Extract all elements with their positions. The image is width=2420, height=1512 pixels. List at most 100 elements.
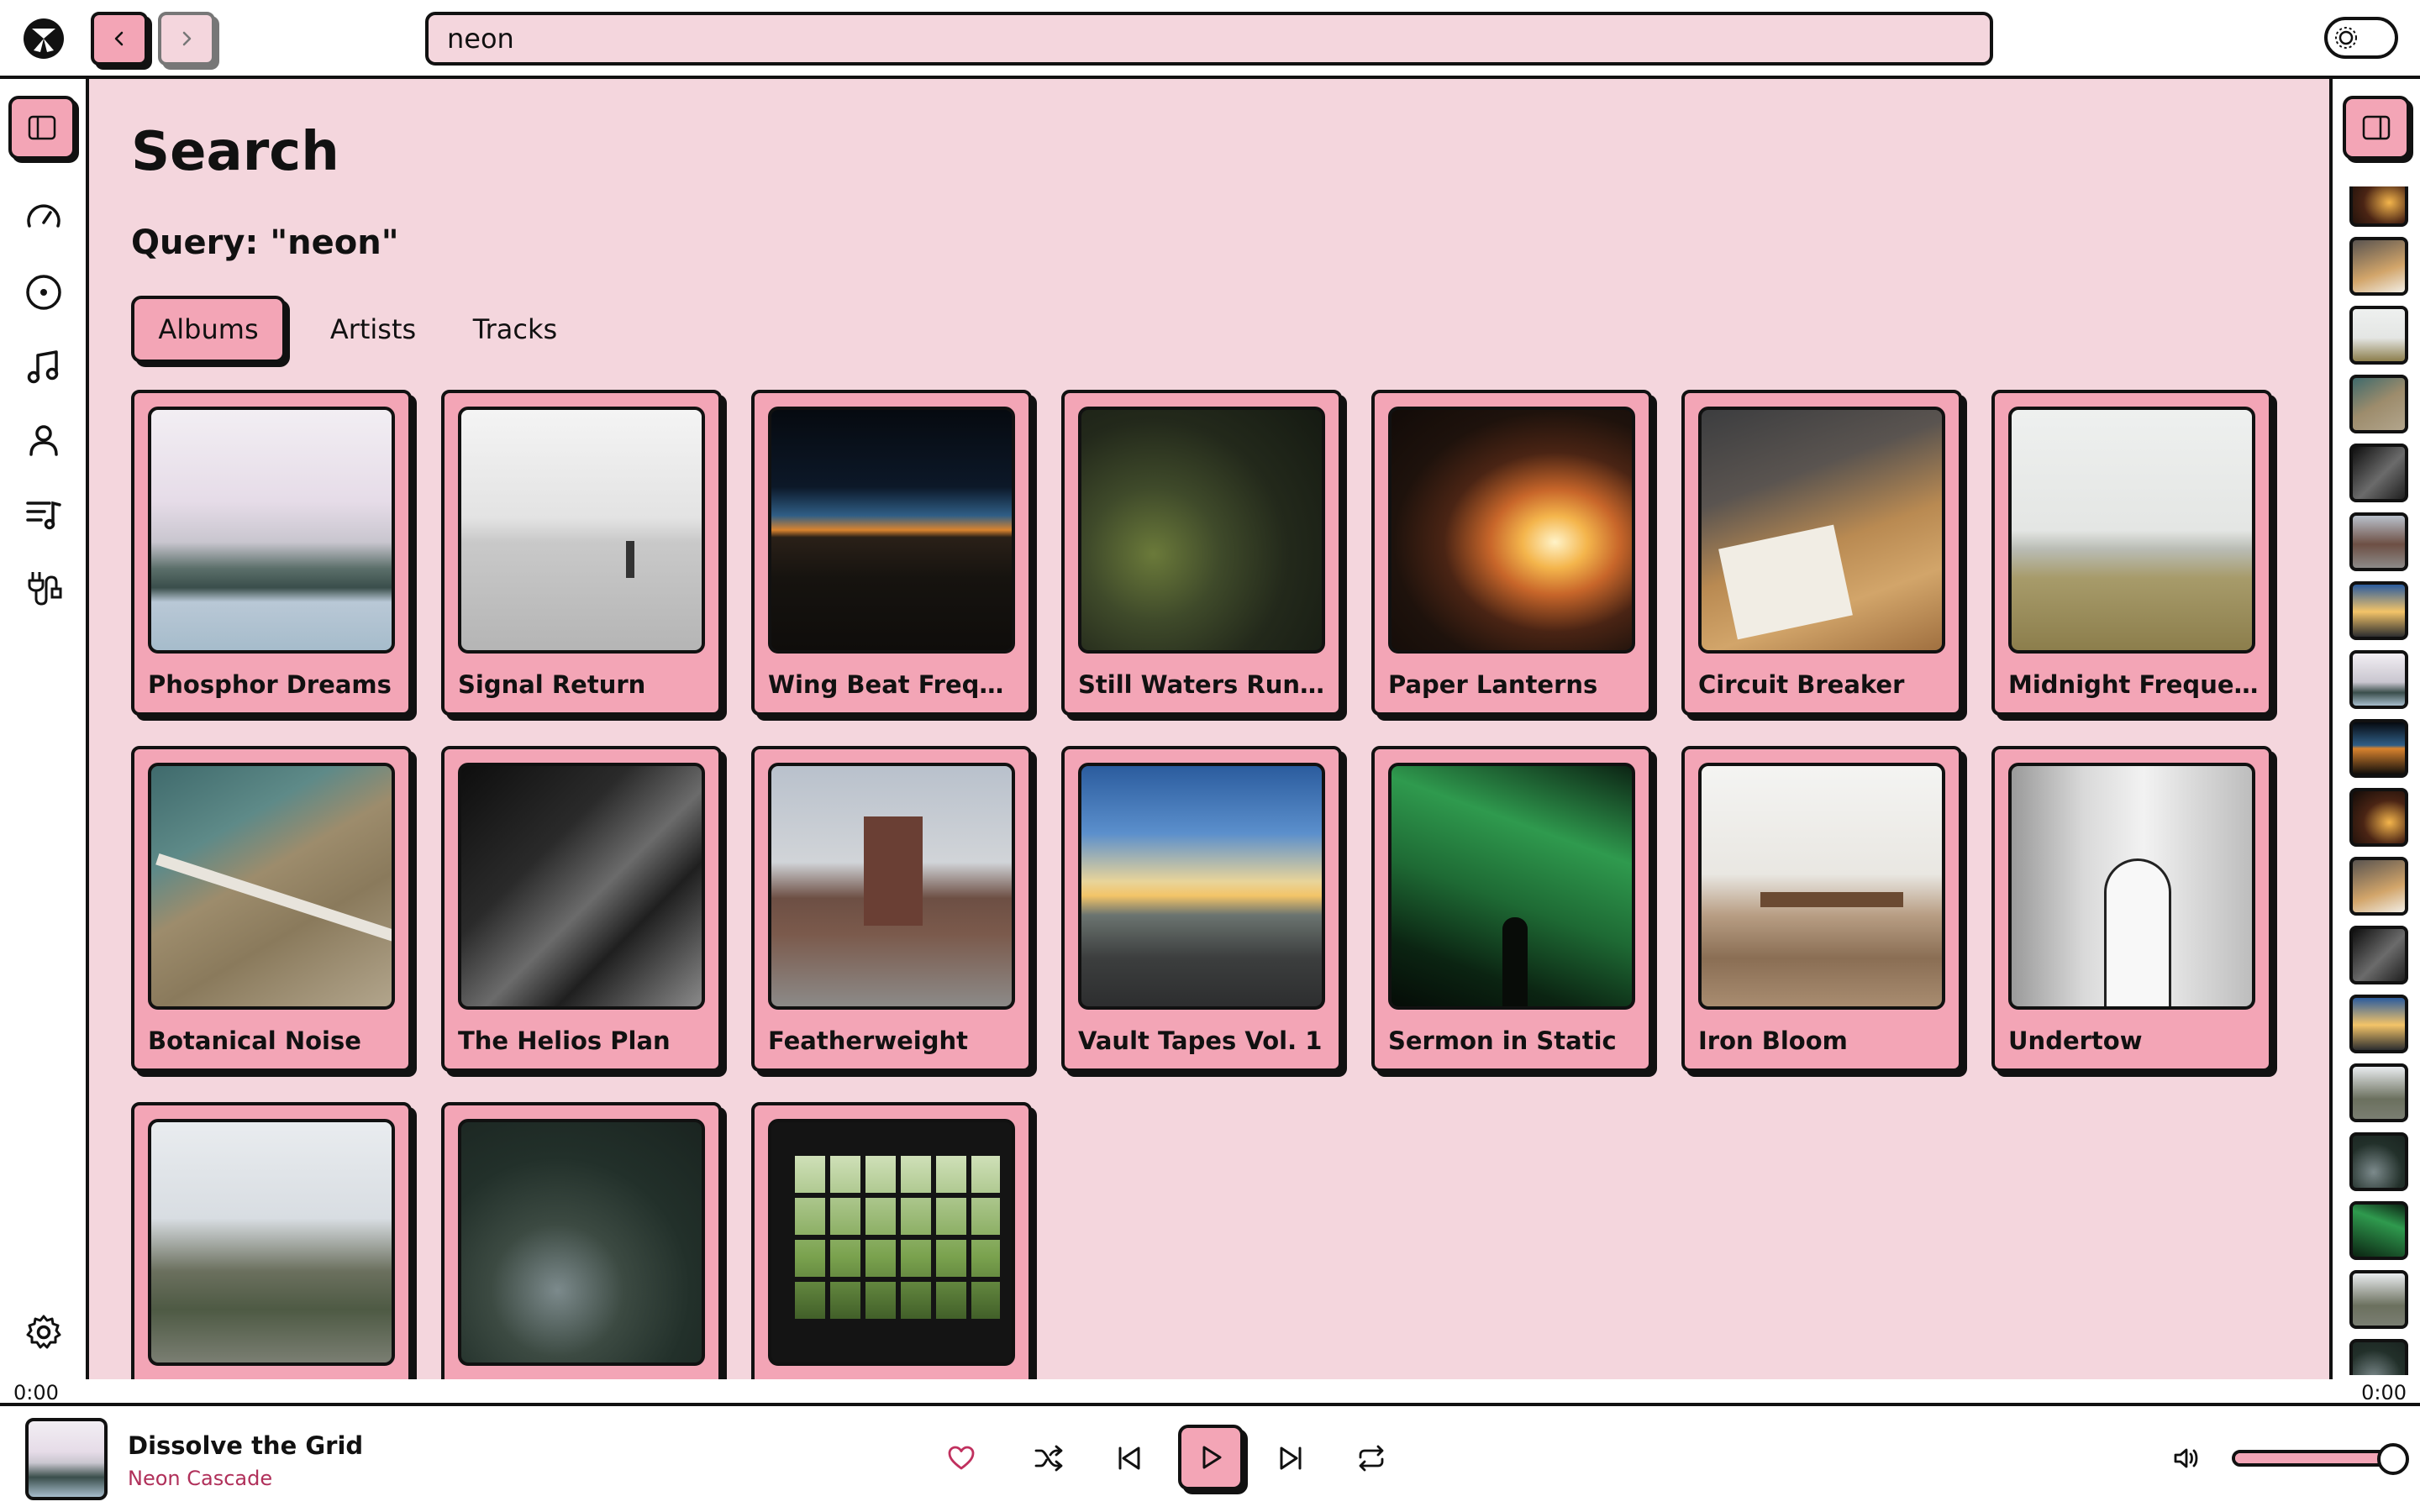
- search-input[interactable]: [447, 23, 1971, 55]
- play-button[interactable]: [1178, 1425, 1244, 1490]
- like-button[interactable]: [939, 1436, 983, 1480]
- queue-item[interactable]: [2349, 444, 2408, 502]
- album-cover: [1388, 407, 1635, 654]
- mute-button[interactable]: [2165, 1436, 2208, 1480]
- skip-forward-icon: [1280, 1446, 1302, 1470]
- album-card[interactable]: Midnight Frequencies: [1991, 390, 2272, 716]
- sidebar-item-dashboard[interactable]: [22, 197, 66, 240]
- now-playing-title: Dissolve the Grid: [128, 1431, 364, 1460]
- album-title: Signal Return: [458, 670, 646, 699]
- album-title: Iron Bloom: [1698, 1026, 1848, 1055]
- album-title: Midnight Frequencies: [2008, 670, 2260, 699]
- queue-item[interactable]: [2349, 1201, 2408, 1260]
- album-card[interactable]: Featherweight: [751, 746, 1032, 1072]
- player-bar: Dissolve the Grid Neon Cascade: [0, 1406, 2420, 1512]
- theme-toggle[interactable]: [2324, 17, 2398, 59]
- main-content: Search Query: "neon" Albums Artists Trac…: [89, 79, 2329, 1379]
- album-title: Botanical Noise: [148, 1026, 361, 1055]
- tab-albums[interactable]: Albums: [131, 296, 286, 363]
- album-cover: [768, 407, 1015, 654]
- album-card[interactable]: Undertow: [1991, 746, 2272, 1072]
- playlist-icon: [26, 501, 61, 530]
- sidebar-item-settings[interactable]: [22, 1310, 66, 1354]
- sidebar-item-tools[interactable]: [22, 566, 66, 610]
- queue-item[interactable]: [2349, 1339, 2408, 1375]
- chevron-right-icon: [182, 31, 192, 46]
- toggle-right-sidebar-button[interactable]: [2343, 96, 2410, 160]
- volume-level: [2235, 1453, 2393, 1463]
- queue-item[interactable]: [2349, 857, 2408, 916]
- queue-item[interactable]: [2349, 650, 2408, 709]
- album-card[interactable]: Still Waters Run Code: [1061, 390, 1342, 716]
- album-title: The Helios Plan: [458, 1026, 671, 1055]
- volume-handle[interactable]: [2377, 1443, 2409, 1475]
- queue-item[interactable]: [2349, 237, 2408, 296]
- album-card[interactable]: Paper Lanterns: [1371, 390, 1652, 716]
- playback-progress-bar[interactable]: 0:00 0:00: [0, 1379, 2420, 1406]
- queue-item[interactable]: [2349, 995, 2408, 1053]
- app-logo-icon[interactable]: [24, 18, 64, 59]
- album-card[interactable]: [751, 1102, 1032, 1379]
- now-playing-artist[interactable]: Neon Cascade: [128, 1467, 272, 1490]
- album-title: Phosphor Dreams: [148, 670, 392, 699]
- queue-item[interactable]: [2349, 1270, 2408, 1329]
- sidebar-left-icon: [28, 115, 56, 140]
- gauge-icon: [27, 204, 60, 228]
- queue-item[interactable]: [2349, 512, 2408, 571]
- sidebar-item-artists[interactable]: [22, 418, 66, 462]
- queue-item[interactable]: [2349, 375, 2408, 433]
- album-card[interactable]: Phosphor Dreams: [131, 390, 412, 716]
- sidebar-item-playlists[interactable]: [22, 492, 66, 536]
- album-cover: [2008, 407, 2255, 654]
- play-icon: [1202, 1446, 1222, 1469]
- queue-item[interactable]: [2349, 1063, 2408, 1122]
- tab-artists[interactable]: Artists: [314, 296, 432, 363]
- queue-item[interactable]: [2349, 788, 2408, 847]
- album-card[interactable]: Wing Beat Frequency: [751, 390, 1032, 716]
- shuffle-icon: [1034, 1445, 1063, 1472]
- album-card[interactable]: Circuit Breaker: [1681, 390, 1962, 716]
- tab-tracks[interactable]: Tracks: [460, 296, 570, 363]
- album-cover: [458, 407, 705, 654]
- toggle-left-sidebar-button[interactable]: [8, 96, 76, 160]
- queue-item[interactable]: [2349, 306, 2408, 365]
- repeat-button[interactable]: [1349, 1436, 1393, 1480]
- sidebar-item-tracks[interactable]: [22, 344, 66, 388]
- skip-back-icon: [1118, 1446, 1140, 1470]
- search-field[interactable]: [425, 12, 1993, 66]
- album-card[interactable]: [131, 1102, 412, 1379]
- queue-item[interactable]: [2349, 926, 2408, 984]
- total-time: 0:00: [2361, 1381, 2407, 1404]
- user-icon: [29, 425, 58, 456]
- cable-icon: [28, 572, 62, 606]
- album-card[interactable]: Vault Tapes Vol. 1: [1061, 746, 1342, 1072]
- volume-slider[interactable]: [2232, 1443, 2409, 1475]
- queue-item[interactable]: [2349, 1132, 2408, 1191]
- album-card[interactable]: [441, 1102, 722, 1379]
- album-cover: [768, 763, 1015, 1010]
- album-card[interactable]: Signal Return: [441, 390, 722, 716]
- album-cover: [1388, 763, 1635, 1010]
- queue-item[interactable]: [2349, 581, 2408, 640]
- forward-button[interactable]: [158, 12, 215, 66]
- album-card[interactable]: The Helios Plan: [441, 746, 722, 1072]
- query-label: Query: "neon": [131, 223, 399, 262]
- album-cover: [1078, 763, 1325, 1010]
- back-button[interactable]: [91, 12, 148, 66]
- album-title: Undertow: [2008, 1026, 2143, 1055]
- queue-item[interactable]: [2349, 186, 2408, 227]
- album-cover: [458, 763, 705, 1010]
- album-card[interactable]: Iron Bloom: [1681, 746, 1962, 1072]
- sidebar-item-albums[interactable]: [22, 270, 66, 314]
- album-title: Still Waters Run Code: [1078, 670, 1330, 699]
- previous-button[interactable]: [1107, 1436, 1151, 1480]
- page-title: Search: [131, 121, 339, 183]
- queue-item[interactable]: [2349, 719, 2408, 778]
- repeat-icon: [1359, 1445, 1384, 1472]
- album-cover: [768, 1119, 1015, 1366]
- album-card[interactable]: Botanical Noise: [131, 746, 412, 1072]
- queue-list: [2349, 186, 2408, 1375]
- shuffle-button[interactable]: [1027, 1436, 1071, 1480]
- album-card[interactable]: Sermon in Static: [1371, 746, 1652, 1072]
- next-button[interactable]: [1269, 1436, 1313, 1480]
